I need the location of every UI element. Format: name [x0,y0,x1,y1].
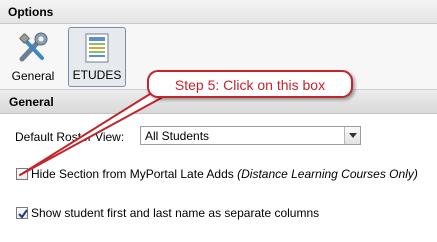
separate-name-label: Show student first and last name as sepa… [31,206,320,220]
etudes-tool-button[interactable]: ETUDES [68,27,126,87]
roster-view-select[interactable]: All Students [140,126,361,145]
hide-section-checkbox[interactable] [16,168,28,180]
roster-view-value: All Students [145,129,210,143]
step-callout: Step 5: Click on this box [147,70,353,98]
hide-section-note: (Distance Learning Courses Only) [237,167,418,181]
document-icon [85,33,109,66]
etudes-tool-label: ETUDES [72,68,122,82]
hide-section-option: Hide Section from MyPortal Late Adds (Di… [16,167,418,181]
general-tool-label: General [11,69,55,83]
window-title: Options [0,0,437,24]
separate-name-option: Show student first and last name as sepa… [16,206,319,220]
roster-view-label: Default Roster View: [15,130,125,144]
hide-section-label: Hide Section from MyPortal Late Adds [31,167,234,181]
tools-icon [16,32,50,67]
separate-name-checkbox[interactable] [16,207,28,219]
dropdown-arrow[interactable] [344,127,360,144]
general-tool-button[interactable]: General [6,27,60,87]
